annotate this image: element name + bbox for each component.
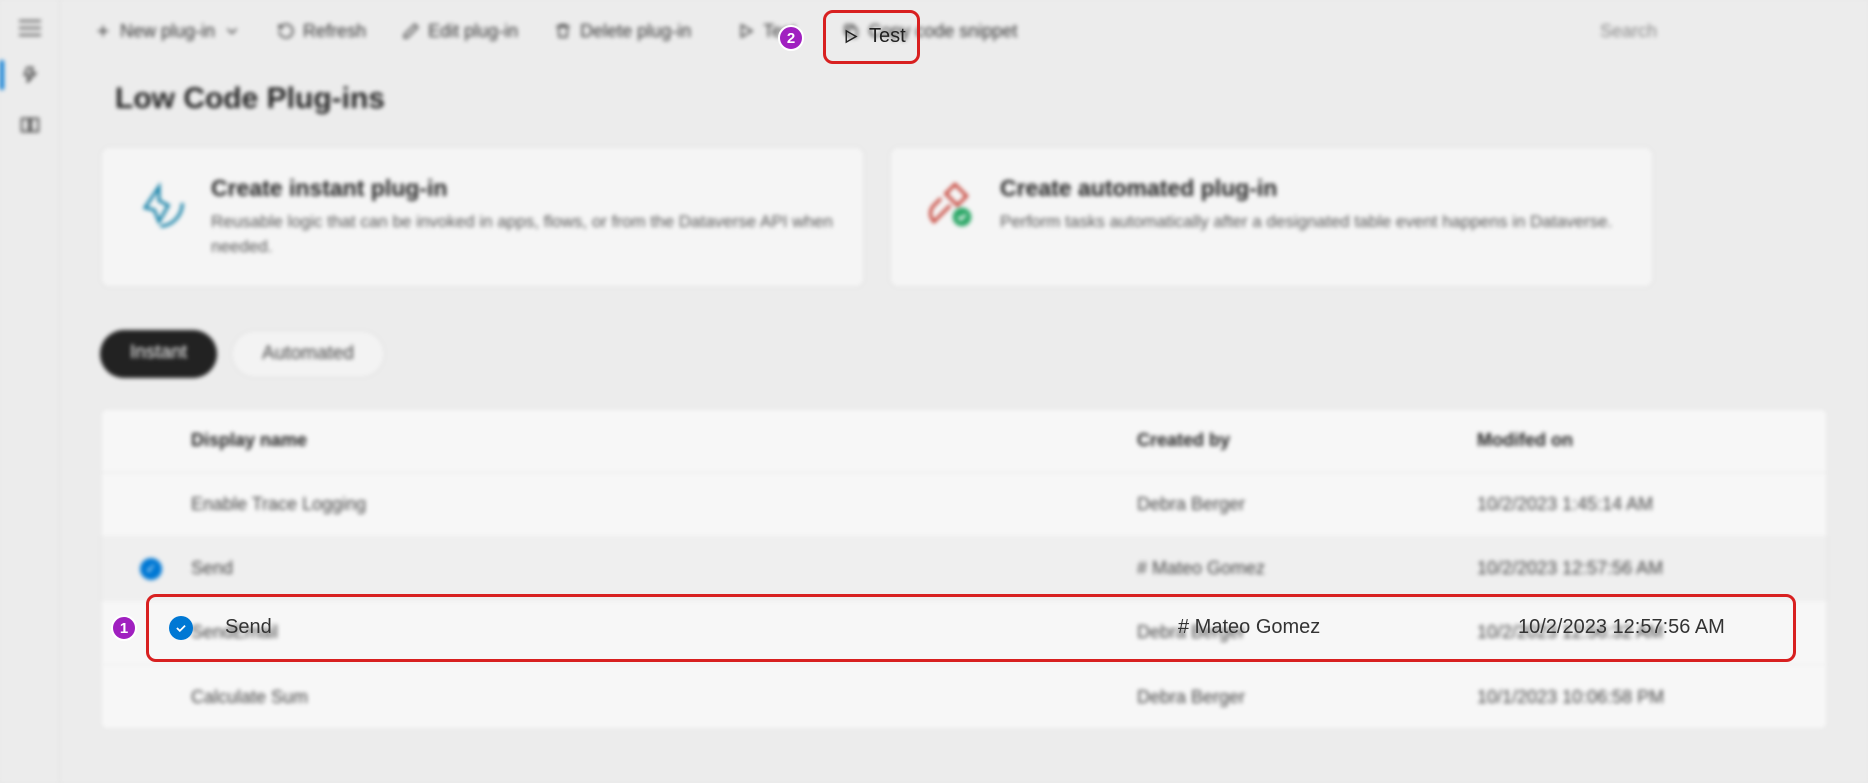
cell-created-by: # Mateo Gomez <box>1137 558 1477 579</box>
cell-display-name: Send <box>191 558 1137 579</box>
plugin-table: Display name Created by Modifed on Enabl… <box>100 408 1828 730</box>
cell-display-name: Calculate Sum <box>191 687 1137 708</box>
refresh-button[interactable]: Refresh <box>263 13 380 50</box>
table-row[interactable]: Enable Trace Logging Debra Berger 10/2/2… <box>101 473 1827 537</box>
row-selected-check-icon[interactable]: ✓ <box>140 558 162 580</box>
col-created-by[interactable]: Created by <box>1137 430 1477 451</box>
automated-card-desc: Perform tasks automatically after a desi… <box>1000 210 1612 235</box>
hamburger-icon[interactable] <box>19 20 41 36</box>
page-title: Low Code Plug-ins <box>100 82 1828 116</box>
command-bar: New plug-in Refresh Edit plug-in Delete … <box>60 0 1868 62</box>
delete-plugin-button[interactable]: Delete plug-in <box>540 13 705 50</box>
cell-display-name: Enable Trace Logging <box>191 494 1137 515</box>
chevron-down-icon <box>223 22 241 40</box>
edit-plugin-label: Edit plug-in <box>428 21 518 42</box>
tab-instant[interactable]: Instant <box>100 330 217 378</box>
table-row[interactable]: ✓ Send # Mateo Gomez 10/2/2023 12:57:56 … <box>101 537 1827 601</box>
table-row[interactable]: Calculate Sum Debra Berger 10/1/2023 10:… <box>101 665 1827 729</box>
cell-modified-on: 10/2/2023 12:57:56 AM <box>1477 558 1817 579</box>
automated-card-title: Create automated plug-in <box>1000 175 1612 202</box>
plug-icon <box>920 175 976 231</box>
cell-created-by: Debra Berger <box>1137 622 1477 643</box>
cell-modified-on: 10/1/2023 10:06:58 PM <box>1477 687 1817 708</box>
automated-plugin-card[interactable]: Create automated plug-in Perform tasks a… <box>889 146 1654 288</box>
test-button[interactable]: Test <box>713 13 820 50</box>
col-display-name[interactable]: Display name <box>191 430 1137 451</box>
copy-snippet-label: Copy code snippet <box>868 21 1017 42</box>
refresh-label: Refresh <box>303 21 366 42</box>
book-rail-icon[interactable] <box>19 114 41 136</box>
cell-created-by: Debra Berger <box>1137 494 1477 515</box>
cell-modified-on: 10/2/2023 1:45:14 AM <box>1477 494 1817 515</box>
cell-modified-on: 10/2/2023 12:56:32 AM <box>1477 622 1817 643</box>
plugin-rail-icon[interactable] <box>19 64 41 86</box>
new-plugin-button[interactable]: New plug-in <box>80 13 255 50</box>
copy-snippet-button[interactable]: Copy code snippet <box>828 13 1031 50</box>
instant-card-title: Create instant plug-in <box>211 175 834 202</box>
delete-plugin-label: Delete plug-in <box>580 21 691 42</box>
test-label: Test <box>763 21 796 42</box>
instant-card-desc: Reusable logic that can be invoked in ap… <box>211 210 834 259</box>
edit-plugin-button[interactable]: Edit plug-in <box>388 13 532 50</box>
tab-automated[interactable]: Automated <box>231 330 385 378</box>
instant-plugin-card[interactable]: Create instant plug-in Reusable logic th… <box>100 146 865 288</box>
cell-created-by: Debra Berger <box>1137 687 1477 708</box>
tap-icon <box>131 175 187 231</box>
cell-display-name: SendEmail <box>191 622 1137 643</box>
left-nav-rail <box>0 0 60 783</box>
col-modified-on[interactable]: Modifed on <box>1477 430 1817 451</box>
search-input[interactable]: Search <box>1588 13 1848 50</box>
table-row[interactable]: SendEmail Debra Berger 10/2/2023 12:56:3… <box>101 601 1827 665</box>
new-plugin-label: New plug-in <box>120 21 215 42</box>
